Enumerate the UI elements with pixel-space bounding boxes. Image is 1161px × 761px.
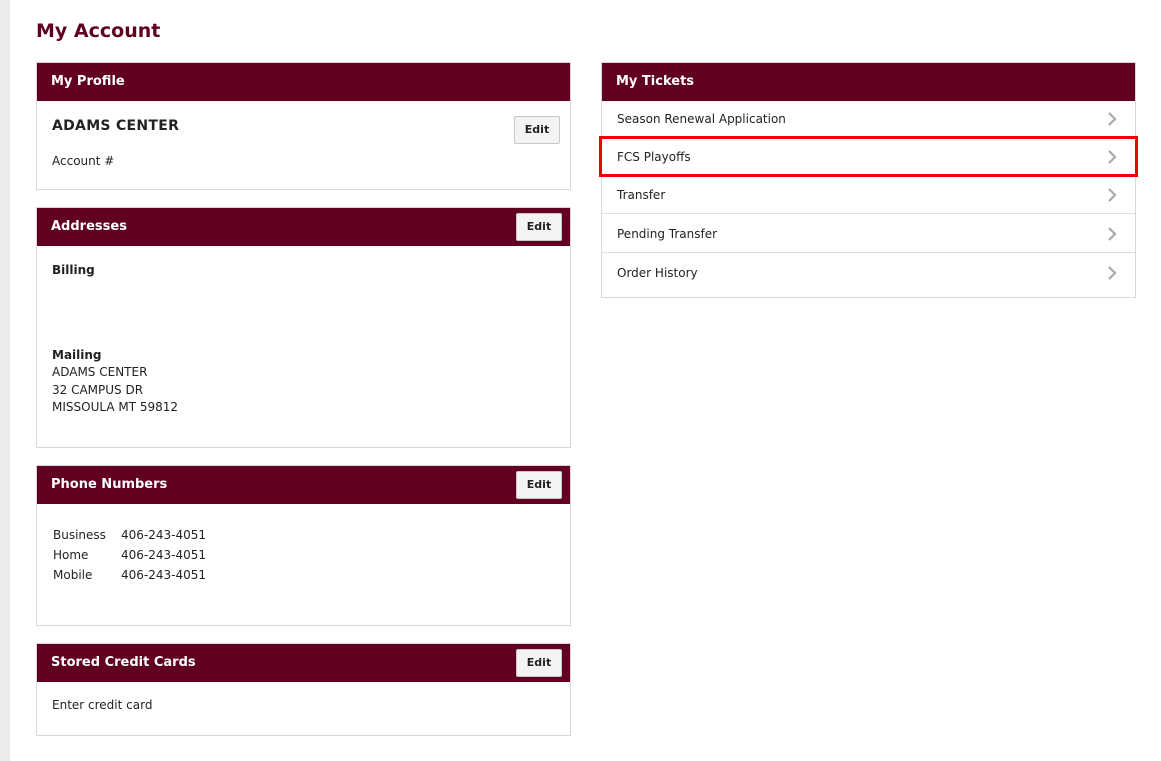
- mailing-address-line: MISSOULA MT 59812: [52, 400, 179, 414]
- ticket-item-label: Season Renewal Application: [617, 112, 786, 126]
- addresses-header-title: Addresses: [51, 219, 127, 234]
- chevron-right-icon: [1108, 112, 1117, 126]
- cards-header: Stored Credit Cards Edit: [37, 644, 570, 682]
- mailing-label: Mailing: [52, 348, 102, 362]
- profile-panel: My Profile ADAMS CENTER Account # Edit: [36, 62, 571, 190]
- ticket-item-order-history[interactable]: Order History: [602, 254, 1135, 292]
- ticket-item-pending-transfer[interactable]: Pending Transfer: [602, 215, 1135, 253]
- ticket-item-label: Pending Transfer: [617, 227, 718, 241]
- chevron-right-icon: [1108, 266, 1117, 280]
- ticket-item-fcs-playoffs[interactable]: FCS Playoffs: [602, 138, 1135, 176]
- addresses-panel: Addresses Edit Billing Mailing ADAMS CEN…: [36, 207, 571, 448]
- ticket-item-season-renewal[interactable]: Season Renewal Application: [602, 100, 1135, 138]
- phone-numbers-panel: Phone Numbers Edit Business 406-243-4051 …: [36, 465, 571, 626]
- phone-type: Home: [53, 548, 89, 562]
- ticket-item-transfer[interactable]: Transfer: [602, 176, 1135, 214]
- ticket-item-label: Transfer: [617, 188, 666, 202]
- tickets-header: My Tickets: [602, 63, 1135, 101]
- chevron-right-icon: [1108, 227, 1117, 241]
- credit-cards-panel: Stored Credit Cards Edit Enter credit ca…: [36, 643, 571, 736]
- phone-number: 406-243-4051: [121, 568, 207, 582]
- billing-label: Billing: [52, 263, 95, 277]
- cards-header-title: Stored Credit Cards: [51, 655, 196, 670]
- phone-number: 406-243-4051: [121, 548, 207, 562]
- phone-type: Business: [53, 528, 106, 542]
- phone-row: Business 406-243-4051: [53, 528, 206, 542]
- profile-header: My Profile: [37, 63, 570, 101]
- enter-credit-card-text: Enter credit card: [52, 698, 153, 712]
- page-title: My Account: [36, 20, 161, 42]
- phone-number: 406-243-4051: [121, 528, 207, 542]
- phone-row: Home 406-243-4051: [53, 548, 206, 562]
- ticket-item-label: FCS Playoffs: [617, 150, 691, 164]
- phone-row: Mobile 406-243-4051: [53, 568, 206, 582]
- mailing-address-line: ADAMS CENTER: [52, 365, 148, 379]
- tickets-panel: My Tickets Season Renewal Application FC…: [601, 62, 1136, 298]
- chevron-right-icon: [1108, 188, 1117, 202]
- phones-header-title: Phone Numbers: [51, 477, 168, 492]
- chevron-right-icon: [1108, 150, 1117, 164]
- edit-cards-button[interactable]: Edit: [516, 649, 562, 677]
- edit-profile-button[interactable]: Edit: [514, 116, 560, 144]
- addresses-header: Addresses Edit: [37, 208, 570, 246]
- ticket-item-label: Order History: [617, 266, 698, 280]
- edit-phones-button[interactable]: Edit: [516, 471, 562, 499]
- profile-name: ADAMS CENTER: [52, 118, 180, 134]
- phones-header: Phone Numbers Edit: [37, 466, 570, 504]
- left-sidebar-strip: [0, 0, 10, 761]
- phone-type: Mobile: [53, 568, 93, 582]
- account-number-label: Account #: [52, 154, 115, 168]
- edit-addresses-button[interactable]: Edit: [516, 213, 562, 241]
- mailing-address-line: 32 CAMPUS DR: [52, 383, 144, 397]
